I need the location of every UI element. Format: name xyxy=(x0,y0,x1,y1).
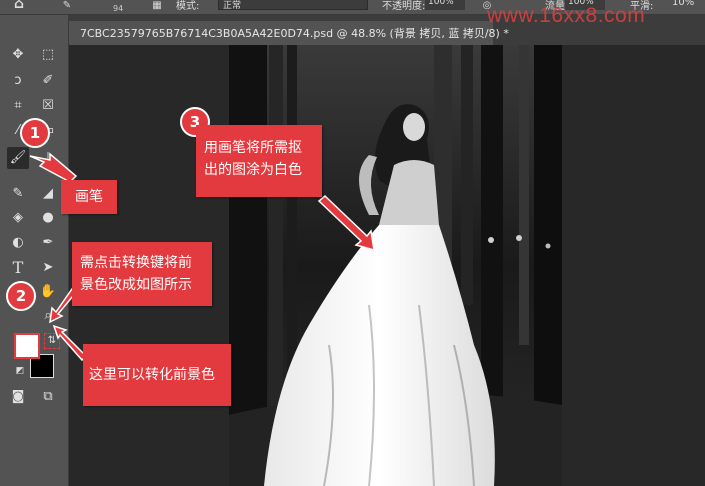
swap-instruction-line-1: 需点击转换键将前 xyxy=(80,255,192,271)
swap-instruction-line-2: 景色改成如图所示 xyxy=(80,277,192,293)
brush-callout: 画笔 xyxy=(61,180,117,214)
paint-white-callout: 用画笔将所需抠 出的图涂为白色 xyxy=(196,125,322,197)
step-1-badge: 1 xyxy=(20,118,50,148)
switch-color-callout: 这里可以转化前景色 xyxy=(83,344,231,406)
swap-instruction-callout: 需点击转换键将前 景色改成如图所示 xyxy=(72,242,212,306)
paint-white-line-2: 出的图涂为白色 xyxy=(204,162,302,178)
step-2-badge: 2 xyxy=(6,281,36,311)
paint-white-line-1: 用画笔将所需抠 xyxy=(204,140,302,156)
